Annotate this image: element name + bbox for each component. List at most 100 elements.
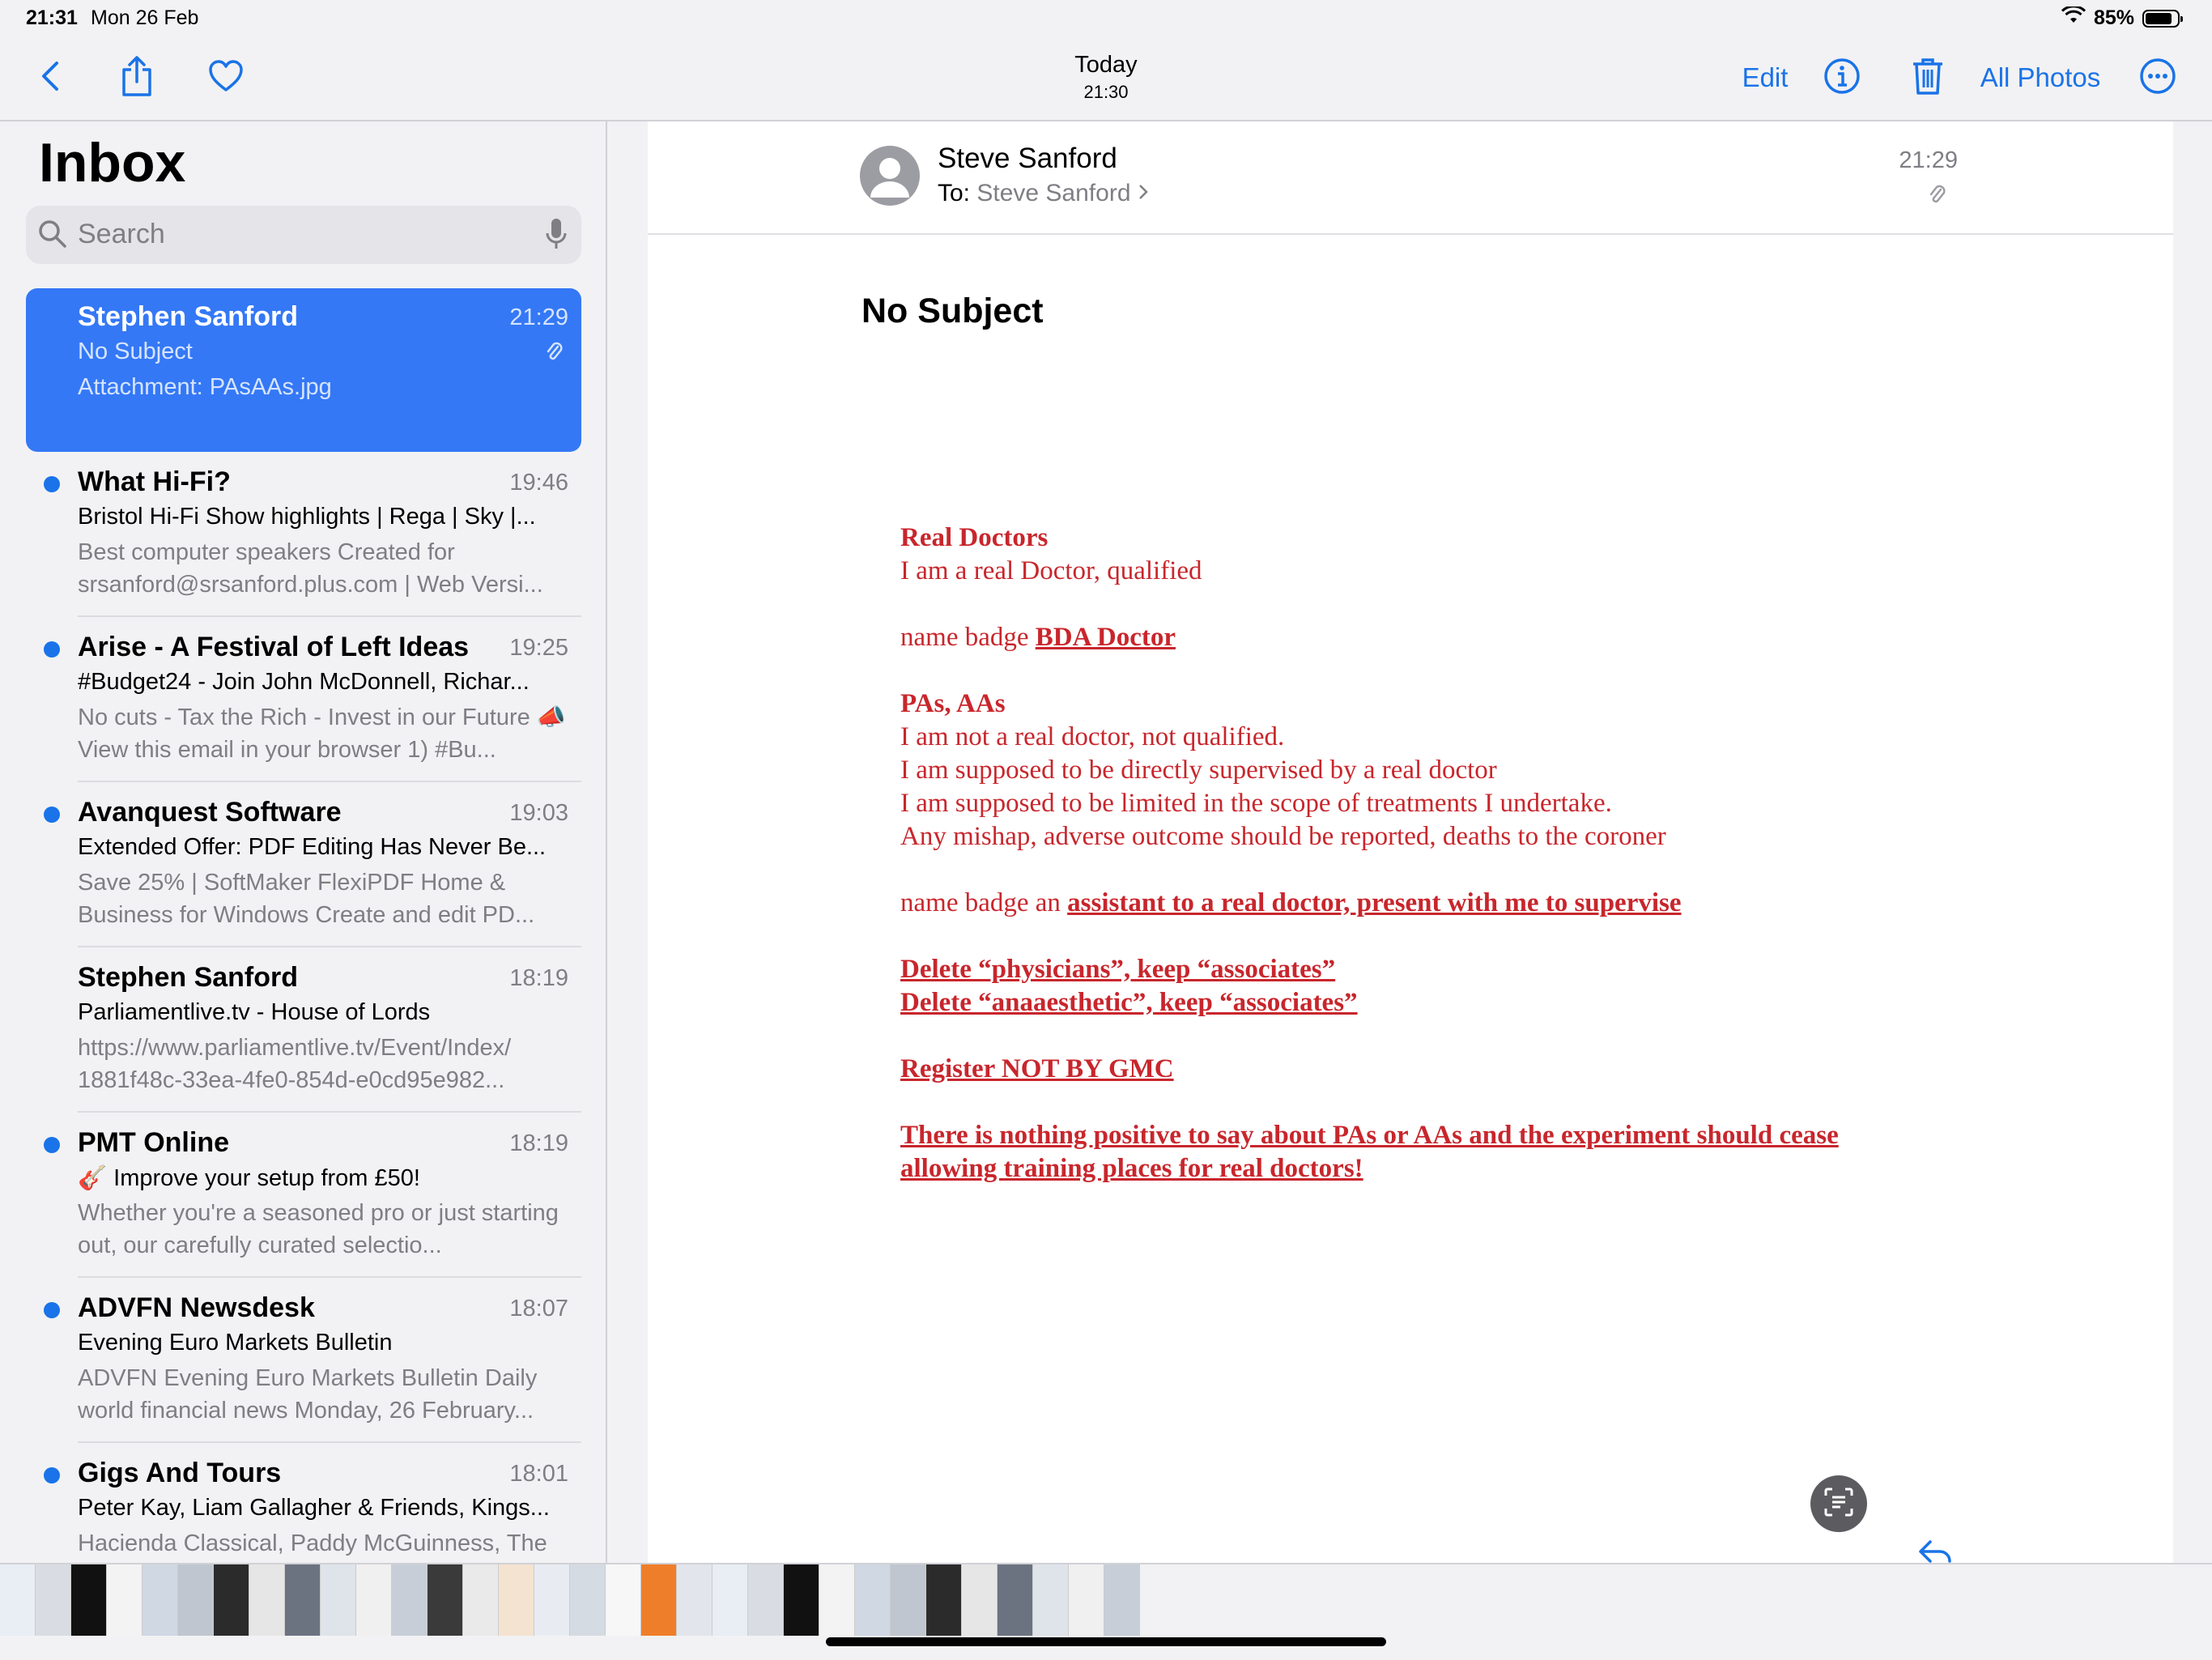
message-sender: ADVFN Newsdesk (78, 1292, 315, 1323)
divider (78, 781, 581, 782)
photo-thumbnail[interactable] (570, 1564, 606, 1636)
message-subject: 🎸 Improve your setup from £50! (78, 1165, 420, 1191)
photo-thumbnail[interactable] (321, 1564, 356, 1636)
message-item-selected[interactable]: Stephen Sanford 21:29 No Subject Attachm… (26, 288, 581, 452)
photo-thumbnail[interactable] (855, 1564, 891, 1636)
photo-thumbnail[interactable] (1033, 1564, 1069, 1636)
photo-thumbnail[interactable] (0, 1564, 36, 1636)
message-item[interactable]: What Hi-Fi? 19:46 Bristol Hi-Fi Show hig… (26, 453, 581, 617)
battery-fill (2146, 12, 2172, 24)
message-time: 18:07 (509, 1296, 568, 1322)
message-time: 21:29 (509, 304, 568, 330)
message-subject: #Budget24 - Join John McDonnell, Richar.… (78, 669, 530, 695)
live-text-button[interactable] (1810, 1475, 1867, 1532)
search-icon (37, 219, 68, 253)
photo-thumbnail[interactable] (356, 1564, 392, 1636)
message-item[interactable]: Arise - A Festival of Left Ideas 19:25 #… (26, 619, 581, 782)
live-text-icon (1823, 1486, 1855, 1522)
photo-thumbnail[interactable] (143, 1564, 178, 1636)
search-placeholder: Search (78, 219, 165, 249)
recipient-line[interactable]: To: Steve Sanford (938, 180, 1149, 207)
photo-thumbnail[interactable] (1104, 1564, 1140, 1636)
message-pane: Steve Sanford To: Steve Sanford 21:29 No… (648, 121, 2173, 1563)
photo-thumbnail[interactable] (677, 1564, 713, 1636)
photo-thumbnail[interactable] (392, 1564, 428, 1636)
message-time: 19:03 (509, 800, 568, 826)
doc-text: I am not a real doctor, not qualified. (900, 722, 1285, 751)
battery-icon (2142, 9, 2183, 28)
unread-dot (44, 807, 60, 823)
photo-thumbnail[interactable] (926, 1564, 962, 1636)
photo-thumbnail[interactable] (249, 1564, 285, 1636)
status-bar: 21:31 Mon 26 Feb 85% (0, 0, 2212, 39)
photo-thumbnail[interactable] (107, 1564, 143, 1636)
status-time: 21:31 (26, 6, 78, 29)
attachment-image[interactable]: Real Doctors I am a real Doctor, qualifi… (900, 521, 2115, 1185)
doc-underlined: There is nothing positive to say about P… (900, 1121, 1839, 1150)
doc-text: I am supposed to be limited in the scope… (900, 789, 1612, 818)
sender-name[interactable]: Steve Sanford (938, 143, 1117, 175)
doc-text: name badge BDA Doctor (900, 621, 2115, 654)
photo-thumbnail[interactable] (784, 1564, 819, 1636)
photo-thumbnail[interactable] (178, 1564, 214, 1636)
message-item[interactable]: Stephen Sanford 18:19 Parliamentlive.tv … (26, 949, 581, 1113)
message-sender: Arise - A Festival of Left Ideas (78, 632, 470, 662)
status-date: Mon 26 Feb (91, 6, 199, 29)
message-item[interactable]: PMT Online 18:19 🎸 Improve your setup fr… (26, 1114, 581, 1278)
status-right: 85% (2061, 5, 2183, 30)
message-item[interactable]: Gigs And Tours 18:01 Peter Kay, Liam Gal… (26, 1445, 581, 1563)
photo-thumbnail[interactable] (998, 1564, 1033, 1636)
doc-text: I am a real Doctor, qualified (900, 556, 1202, 585)
search-field[interactable]: Search (26, 206, 581, 264)
doc-heading-pas-aas: PAs, AAs (900, 689, 1006, 718)
message-subject: Peter Kay, Liam Gallagher & Friends, Kin… (78, 1495, 550, 1521)
thumbnail-strip (0, 1564, 1140, 1636)
message-preview: Best computer speakers Created for srsan… (78, 539, 543, 598)
message-preview: No cuts - Tax the Rich - Invest in our F… (78, 704, 566, 763)
photo-thumbnail[interactable] (463, 1564, 499, 1636)
doc-underlined: Delete “physicians”, keep “associates” (900, 955, 1336, 984)
doc-underlined: Register NOT BY GMC (900, 1054, 1174, 1083)
photo-thumbnail[interactable] (606, 1564, 641, 1636)
microphone-icon[interactable] (546, 217, 567, 255)
message-time: 18:19 (509, 1130, 568, 1156)
edit-button[interactable]: Edit (1739, 55, 1791, 100)
to-label: To: (938, 180, 971, 206)
photo-thumbnail[interactable] (428, 1564, 463, 1636)
back-button[interactable] (32, 55, 68, 100)
divider (78, 1111, 581, 1113)
all-photos-button[interactable]: All Photos (1976, 55, 2105, 100)
photo-thumbnail[interactable] (748, 1564, 784, 1636)
photo-thumbnail[interactable] (214, 1564, 249, 1636)
photo-thumbnail[interactable] (285, 1564, 321, 1636)
unread-dot (44, 1467, 60, 1483)
photo-thumbnail[interactable] (891, 1564, 926, 1636)
photo-thumbnail[interactable] (819, 1564, 855, 1636)
message-subject: Extended Offer: PDF Editing Has Never Be… (78, 834, 547, 860)
home-indicator[interactable] (826, 1637, 1386, 1646)
toolbar-title-time: 21:30 (1083, 82, 1129, 102)
info-button[interactable] (1822, 55, 1862, 100)
photo-thumbnail[interactable] (713, 1564, 748, 1636)
photo-thumbnail[interactable] (962, 1564, 998, 1636)
recipient-name: Steve Sanford (976, 180, 1131, 206)
doc-underlined: BDA Doctor (1035, 623, 1176, 652)
photo-thumbnail[interactable] (36, 1564, 71, 1636)
photo-thumbnail[interactable] (1069, 1564, 1104, 1636)
message-preview: ADVFN Evening Euro Markets Bulletin Dail… (78, 1365, 538, 1424)
message-sender: PMT Online (78, 1127, 229, 1158)
share-button[interactable] (117, 55, 157, 100)
message-item[interactable]: Avanquest Software 19:03 Extended Offer:… (26, 784, 581, 947)
message-item[interactable]: ADVFN Newsdesk 18:07 Evening Euro Market… (26, 1279, 581, 1443)
delete-button[interactable] (1908, 55, 1948, 100)
photo-thumbnail[interactable] (641, 1564, 677, 1636)
photo-thumbnail[interactable] (499, 1564, 534, 1636)
unread-dot (44, 1137, 60, 1153)
doc-text-plain: name badge an (900, 888, 1068, 917)
favorite-button[interactable] (206, 55, 246, 100)
doc-text: Any mishap, adverse outcome should be re… (900, 822, 1666, 851)
message-subject: Evening Euro Markets Bulletin (78, 1330, 393, 1356)
photo-thumbnail[interactable] (71, 1564, 107, 1636)
photo-thumbnail[interactable] (534, 1564, 570, 1636)
more-button[interactable] (2138, 55, 2178, 100)
